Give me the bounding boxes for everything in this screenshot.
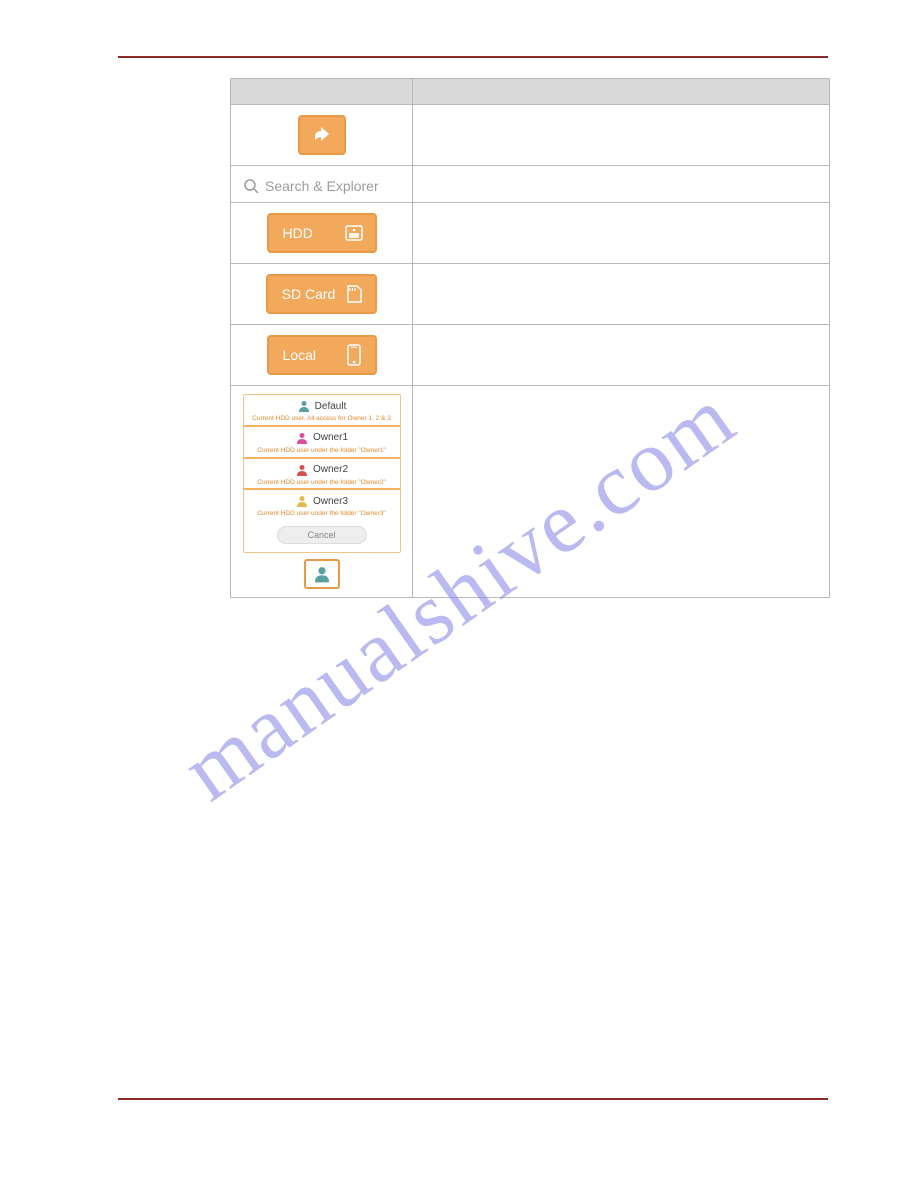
owner-picker-dialog: Default Current HDD user. All access for… (243, 394, 401, 553)
cancel-button[interactable]: Cancel (277, 526, 367, 544)
share-icon (311, 124, 333, 146)
local-button[interactable]: Local (267, 335, 377, 375)
search-desc (413, 166, 830, 203)
owner-name-label: Owner3 (313, 496, 348, 507)
search-placeholder: Search & Explorer (265, 178, 379, 194)
table-header-desc (413, 79, 830, 105)
divider-top (118, 56, 828, 58)
hdd-button[interactable]: HDD (267, 213, 377, 253)
hdd-desc (413, 203, 830, 264)
owner-name-label: Owner2 (313, 464, 348, 475)
owner-name-label: Owner1 (313, 432, 348, 443)
local-label: Local (283, 347, 316, 363)
hdd-icon (343, 222, 365, 244)
owner-option-1[interactable]: Owner1 Current HDD user under the folder… (244, 425, 400, 457)
owner-option-default[interactable]: Default Current HDD user. All access for… (244, 395, 400, 425)
owner-note: Current HDD user under the folder "Owner… (250, 447, 394, 455)
search-field[interactable]: Search & Explorer (241, 174, 402, 194)
sdcard-icon (343, 283, 365, 305)
owners-desc (413, 386, 830, 598)
owner-option-3[interactable]: Owner3 Current HDD user under the folder… (244, 488, 400, 520)
table-row: Default Current HDD user. All access for… (231, 386, 830, 598)
person-icon (313, 565, 331, 583)
owner-option-2[interactable]: Owner2 Current HDD user under the folder… (244, 457, 400, 489)
table-header-icon (231, 79, 413, 105)
phone-icon (343, 344, 365, 366)
icon-reference-table: Search & Explorer HDD (230, 78, 830, 598)
share-desc (413, 105, 830, 166)
table-row: SD Card (231, 264, 830, 325)
search-icon (243, 178, 259, 194)
sdcard-label: SD Card (282, 286, 336, 302)
table-header-row (231, 79, 830, 105)
person-icon (295, 431, 309, 445)
current-owner-button[interactable] (304, 559, 340, 589)
owner-name-label: Default (315, 401, 347, 412)
document-page: manualshive.com (0, 0, 918, 1188)
table-row (231, 105, 830, 166)
sdcard-desc (413, 264, 830, 325)
hdd-label: HDD (283, 225, 313, 241)
owner-note: Current HDD user. All access for Owner 1… (250, 415, 394, 423)
divider-bottom (118, 1098, 828, 1100)
local-desc (413, 325, 830, 386)
table-row: Local (231, 325, 830, 386)
person-icon (295, 494, 309, 508)
table-row: Search & Explorer (231, 166, 830, 203)
table-row: HDD (231, 203, 830, 264)
person-icon (297, 399, 311, 413)
person-icon (295, 463, 309, 477)
share-button[interactable] (298, 115, 346, 155)
sdcard-button[interactable]: SD Card (266, 274, 378, 314)
owner-note: Current HDD user under the folder "Owner… (250, 510, 394, 518)
owner-note: Current HDD user under the folder "Owner… (250, 479, 394, 487)
